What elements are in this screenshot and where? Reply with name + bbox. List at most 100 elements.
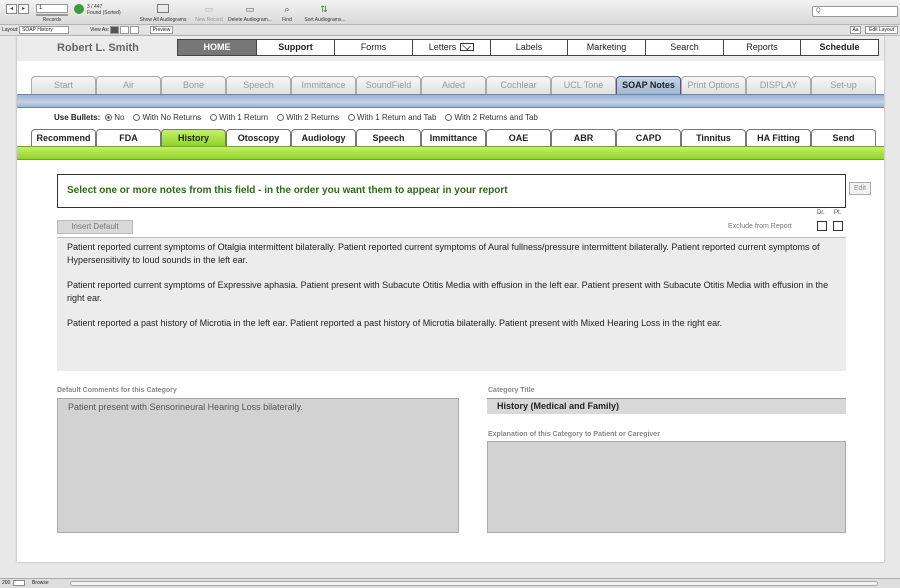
radio-button[interactable]	[210, 114, 218, 121]
radio-label: With No Returns	[142, 113, 202, 122]
nav-letters-button[interactable]: Letters	[412, 39, 491, 56]
soap-tab-ha-fitting[interactable]: HA Fitting	[746, 129, 811, 146]
tab-air[interactable]: Air	[96, 76, 161, 94]
previous-record-button[interactable]: ◂	[6, 4, 17, 14]
nav-label: Schedule	[819, 42, 860, 52]
zoom-control-icon[interactable]	[13, 580, 25, 586]
record-number-input[interactable]: 1	[36, 4, 68, 13]
format-bar-button[interactable]: Aa	[850, 26, 861, 34]
tab-soap-notes[interactable]: SOAP Notes	[616, 76, 681, 94]
soap-tab-capd[interactable]: CAPD	[616, 129, 681, 146]
radio-label: With 1 Return	[219, 113, 269, 122]
radio-button[interactable]	[347, 114, 355, 121]
edit-layout-button[interactable]: Edit Layout	[865, 26, 898, 34]
bullet-option-with-2-returns-and-tab[interactable]: With 2 Returns and Tab	[445, 113, 538, 122]
show-all-icon[interactable]	[157, 4, 169, 13]
bullet-option-with-no-returns[interactable]: With No Returns	[133, 113, 201, 122]
nav-label: Forms	[360, 42, 387, 52]
found-status: Found (Sorted)	[87, 10, 121, 16]
insert-default-button[interactable]: Insert Default	[57, 220, 133, 234]
tab-soundfield[interactable]: SoundField	[356, 76, 421, 94]
tab-set-up[interactable]: Set-up	[811, 76, 876, 94]
next-record-button[interactable]: ▸	[18, 4, 29, 14]
new-record-button[interactable]: New Record	[193, 17, 225, 23]
horizontal-scrollbar[interactable]	[70, 581, 878, 586]
soap-tab-audiology[interactable]: Audiology	[291, 129, 356, 146]
notes-field[interactable]: Patient reported current symptoms of Ota…	[57, 237, 846, 371]
tab-bone[interactable]: Bone	[161, 76, 226, 94]
radio-button[interactable]	[277, 114, 285, 121]
record-slider[interactable]	[36, 14, 68, 16]
tab-speech[interactable]: Speech	[226, 76, 291, 94]
bullet-option-with-2-returns[interactable]: With 2 Returns	[277, 113, 339, 122]
search-input[interactable]: Q	[812, 6, 898, 17]
nav-forms-button[interactable]: Forms	[334, 39, 413, 56]
toolbar: ◂ ▸ 1 Records 3 / 447 Found (Sorted) Sho…	[0, 0, 900, 25]
note-paragraph: Patient reported current symptoms of Exp…	[67, 280, 829, 303]
nav-marketing-button[interactable]: Marketing	[567, 39, 646, 56]
tab-print-options[interactable]: Print Options	[681, 76, 746, 94]
soap-tab-oae[interactable]: OAE	[486, 129, 551, 146]
nav-home-button[interactable]: HOME	[177, 39, 257, 56]
soap-tab-otoscopy[interactable]: Otoscopy	[226, 129, 291, 146]
find-magnifier-icon[interactable]: ⌕	[281, 4, 293, 15]
nav-label: Letters	[428, 42, 457, 52]
new-record-icon[interactable]: ▭	[203, 4, 215, 15]
view-as-label: View As:	[90, 27, 110, 33]
soap-tab-send[interactable]: Send	[811, 129, 876, 146]
envelope-icon	[460, 43, 475, 51]
soap-tab-tinnitus[interactable]: Tinnitus	[681, 129, 746, 146]
explanation-field[interactable]	[487, 441, 846, 533]
tab-aided[interactable]: Aided	[421, 76, 486, 94]
tab-start[interactable]: Start	[31, 76, 96, 94]
nav-reports-button[interactable]: Reports	[723, 39, 801, 56]
exclude-dr-checkbox[interactable]	[817, 221, 827, 231]
nav-label: Support	[278, 42, 313, 52]
sort-button[interactable]: Sort Audiograms...	[302, 17, 348, 23]
green-divider-bar	[17, 146, 884, 160]
mode-select[interactable]: Browse	[32, 579, 49, 588]
nav-support-button[interactable]: Support	[256, 39, 335, 56]
radio-button[interactable]	[105, 114, 113, 121]
find-button[interactable]: Find	[279, 17, 295, 23]
soap-tab-fda[interactable]: FDA	[96, 129, 161, 146]
pt-label: Pt.	[834, 210, 842, 216]
soap-tab-abr[interactable]: ABR	[551, 129, 616, 146]
zoom-level[interactable]: 200	[2, 579, 10, 588]
tab-immittance[interactable]: Immittance	[291, 76, 356, 94]
list-view-icon[interactable]	[120, 26, 129, 34]
soap-tab-recommend[interactable]: Recommend	[31, 129, 96, 146]
table-view-icon[interactable]	[130, 26, 139, 34]
tab-cochlear[interactable]: Cochlear	[486, 76, 551, 94]
show-all-button[interactable]: Show All Audiograms	[136, 17, 190, 23]
bullet-option-with-1-return-and-tab[interactable]: With 1 Return and Tab	[347, 113, 436, 122]
nav-search-button[interactable]: Search	[645, 39, 724, 56]
form-view-icon[interactable]	[110, 26, 119, 34]
radio-label: With 2 Returns and Tab	[454, 113, 538, 122]
sort-icon[interactable]: ⇅	[318, 4, 330, 15]
exclude-from-report-label: Exclude from Report	[728, 223, 792, 230]
layout-bar: Layout: SOAP History View As: Preview Aa…	[0, 25, 900, 36]
soap-tab-speech[interactable]: Speech	[356, 129, 421, 146]
preview-button[interactable]: Preview	[150, 26, 173, 34]
soap-tab-history[interactable]: History	[161, 129, 226, 146]
exclude-pt-checkbox[interactable]	[833, 221, 843, 231]
tab-ucl-tone[interactable]: UCL Tone	[551, 76, 616, 94]
nav-label: HOME	[203, 42, 231, 52]
tab-display[interactable]: DISPLAY	[746, 76, 811, 94]
radio-button[interactable]	[445, 114, 453, 121]
nav-schedule-button[interactable]: Schedule	[800, 39, 879, 56]
nav-labels-button[interactable]: Labels	[490, 39, 568, 56]
category-title-field[interactable]: History (Medical and Family)	[487, 398, 846, 414]
edit-button[interactable]: Edit	[849, 182, 871, 195]
layout-select[interactable]: SOAP History	[19, 26, 69, 34]
radio-button[interactable]	[133, 114, 141, 121]
bullet-option-no[interactable]: No	[105, 113, 124, 122]
bullet-option-with-1-return[interactable]: With 1 Return	[210, 113, 268, 122]
radio-label: No	[114, 113, 125, 122]
soap-tab-immittance[interactable]: Immittance	[421, 129, 486, 146]
delete-icon[interactable]: ▭	[244, 4, 256, 15]
default-comments-label: Default Comments for this Category	[57, 387, 177, 394]
delete-button[interactable]: Delete Audiogram...	[226, 17, 274, 23]
default-comments-field[interactable]: Patient present with Sensorineural Heari…	[57, 398, 459, 533]
